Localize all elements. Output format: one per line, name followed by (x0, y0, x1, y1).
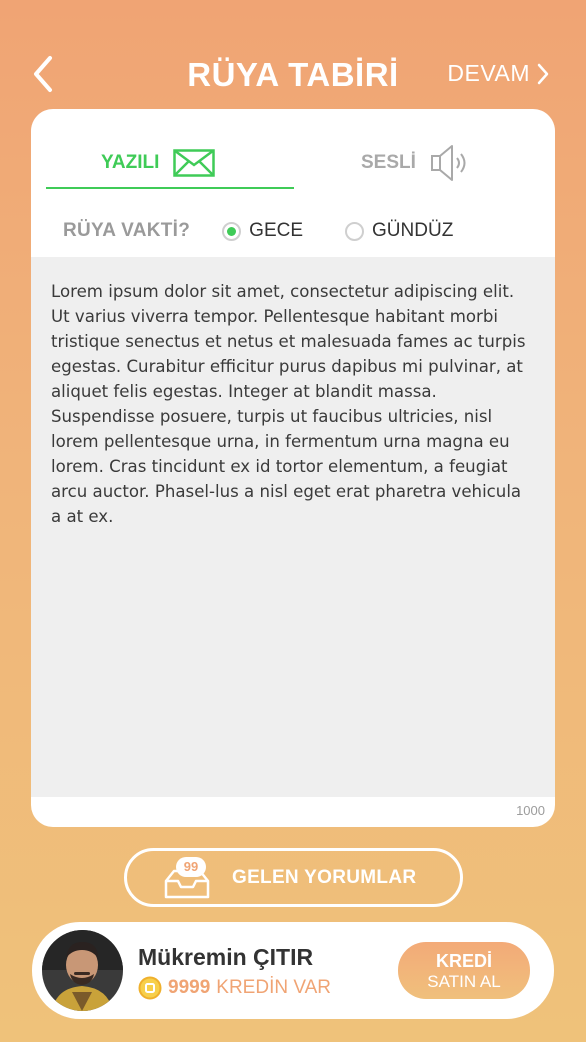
buy-credit-button[interactable]: KREDİ SATIN AL (398, 942, 530, 999)
avatar[interactable] (42, 930, 123, 1011)
radio-gunduz[interactable]: GÜNDÜZ (345, 220, 453, 242)
dream-time-label: RÜYA VAKTİ? (63, 220, 191, 241)
tab-yazili-label: YAZILI (101, 152, 160, 173)
dream-card: YAZILI SESLİ RÜYA VAKTİ? GECE GÜNDÜZ Lor… (31, 109, 555, 827)
chevron-right-icon (537, 63, 549, 84)
speaker-icon (430, 145, 466, 181)
envelope-icon (173, 149, 216, 177)
header: RÜYA TABİRİ DEVAM (0, 0, 586, 110)
tab-sesli-label: SESLİ (361, 152, 416, 173)
dream-text-input[interactable] (31, 257, 555, 797)
radio-circle-unchecked[interactable] (345, 221, 365, 241)
radio-gece-label: GECE (249, 220, 304, 241)
input-tabs: YAZILI SESLİ (31, 109, 555, 191)
radio-gece[interactable]: GECE (222, 220, 303, 242)
comments-button-label: GELEN YORUMLAR (232, 867, 417, 888)
radio-circle-checked[interactable] (222, 221, 242, 241)
next-button[interactable]: DEVAM (447, 60, 550, 87)
character-counter: 1000 (516, 803, 545, 818)
radio-gunduz-label: GÜNDÜZ (372, 220, 454, 241)
buy-credit-label-bottom: SATIN AL (427, 972, 501, 991)
dream-time-row: RÜYA VAKTİ? GECE GÜNDÜZ (31, 213, 555, 249)
credit-line: 9999 KREDİN VAR (138, 976, 331, 1000)
active-tab-indicator (46, 187, 294, 189)
tab-yazili[interactable]: YAZILI (101, 143, 216, 183)
next-label: DEVAM (447, 60, 530, 86)
incoming-comments-button[interactable]: 99 GELEN YORUMLAR (124, 848, 463, 907)
credit-amount: 9999 (168, 977, 211, 998)
inbox-icon-group: 99 (162, 857, 212, 899)
coin-icon (138, 976, 162, 1000)
avatar-image (42, 930, 123, 1011)
comments-badge: 99 (176, 857, 206, 877)
tab-sesli[interactable]: SESLİ (361, 143, 470, 183)
user-name: Mükremin ÇITIR (138, 944, 314, 970)
profile-bar: Mükremin ÇITIR 9999 KREDİN VAR KREDİ SAT… (32, 922, 554, 1019)
buy-credit-label-top: KREDİ (435, 951, 492, 971)
credit-text: KREDİN VAR (216, 977, 332, 998)
